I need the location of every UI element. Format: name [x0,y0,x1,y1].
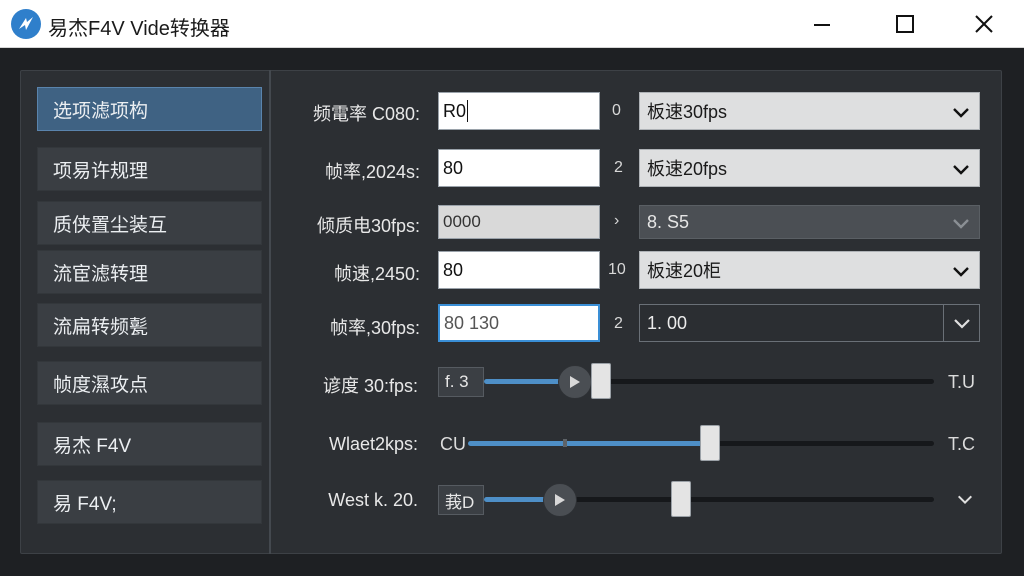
sidebar-item-label: 选项滤项构 [53,100,149,122]
row-2-select-value: 板速20fps [647,159,728,179]
slider-2-label: Wlaet2kps: [328,434,418,454]
row-1-label: 频電率 C080: [312,104,420,124]
play-icon [555,494,565,506]
sidebar-item-3[interactable]: 质侠置尘装互 [37,201,262,245]
maximize-button[interactable] [873,0,937,48]
close-icon [975,15,993,33]
row-1-num: 0 [612,102,621,119]
row-5-input[interactable]: 80 130 [438,304,600,342]
slider-2-handle[interactable] [700,425,720,461]
sidebar-item-4[interactable]: 流宦滤转理 [37,250,262,294]
sidebar: 选项滤项构 项易许规理 质侠置尘装互 流宦滤转理 流扁转频甏 帧度濕攻点 易杰 … [20,70,271,554]
slider-2-value-box: CU [440,434,466,454]
row-5-select[interactable]: 1. 00 [639,304,980,342]
sidebar-item-1[interactable]: 选项滤项构 [37,87,262,131]
sidebar-item-6[interactable]: 帧度濕攻点 [37,361,262,405]
row-2-input-value: 80 [443,157,464,178]
slider-2-end-label: T.C [948,434,975,454]
row-2-num: 2 [614,159,623,176]
row-3-num: › [614,212,620,229]
maximize-icon [896,15,914,33]
row-2-label: 帧率,2024s: [324,162,420,182]
row-3-input[interactable]: 0000 [438,205,600,239]
sidebar-item-label: 流宦滤转理 [53,263,149,285]
sidebar-item-5[interactable]: 流扁转频甏 [37,303,262,347]
row-5-dropdown-toggle[interactable] [943,305,979,341]
row-5-input-value: 80 130 [444,312,500,333]
row-4-num: 10 [608,261,626,278]
slider-3-handle[interactable] [671,481,691,517]
row-4-select-value: 板速20柜 [647,261,722,281]
text-caret [467,100,469,122]
row-4-input-value: 80 [443,259,464,280]
play-icon [570,376,580,388]
row-3-select-value: 8. S5 [647,211,690,232]
slider-3-label: West k. 20. [328,490,418,510]
row-5-select-value: 1. 00 [647,312,688,333]
title-bar: 易杰F4V Vide转换器 [0,0,1024,48]
chevron-down-icon [953,219,969,229]
chevron-down-icon [953,165,969,175]
sidebar-item-label: 项易许规理 [53,160,149,182]
chevron-down-icon [953,267,969,277]
sidebar-item-7[interactable]: 易杰 F4V [37,422,262,466]
window-title: 易杰F4V Vide转换器 [48,18,230,40]
slider-1-value-box[interactable]: f. 3 [438,367,484,397]
row-1-select[interactable]: 板速30fps [639,92,980,130]
slider-1-handle[interactable] [591,363,611,399]
slider-1-end-label: T.U [948,372,975,392]
sidebar-item-label: 易杰 F4V [53,435,132,457]
row-3-label: 倾质电30fps: [316,216,420,236]
chevron-down-icon[interactable] [956,490,974,508]
slider-1-label: 谚度 30:fps: [322,376,418,396]
minimize-button[interactable] [790,0,854,48]
row-1-select-value: 板速30fps [647,102,728,122]
sidebar-item-label: 质侠置尘装互 [53,214,168,236]
row-3-input-value: 0000 [443,212,481,231]
row-4-label: 帧速,2450: [333,264,420,284]
chevron-down-icon [953,319,970,329]
app-logo-icon [11,9,41,39]
sidebar-item-2[interactable]: 项易许规理 [37,147,262,191]
sidebar-item-8[interactable]: 易 F4V; [37,480,262,524]
slider-2-fill [468,441,710,446]
chevron-down-icon [953,108,969,118]
minimize-icon [814,24,830,26]
row-1-input-value: R0 [443,100,467,121]
row-4-input[interactable]: 80 [438,251,600,289]
sidebar-item-label: 帧度濕攻点 [53,374,149,396]
row-1-input[interactable]: R0 [438,92,600,130]
sidebar-item-label: 流扁转频甏 [53,316,149,338]
row-5-label: 帧率,30fps: [329,318,420,338]
slider-2-tick [563,439,567,447]
play-button[interactable] [558,365,592,399]
play-button[interactable] [543,483,577,517]
row-2-input[interactable]: 80 [438,149,600,187]
row-4-select[interactable]: 板速20柜 [639,251,980,289]
row-2-select[interactable]: 板速20fps [639,149,980,187]
row-5-num: 2 [614,315,623,332]
slider-3-fill [484,497,547,502]
slider-3-value-box[interactable]: 莪D [438,485,484,515]
sidebar-item-label: 易 F4V; [53,493,117,515]
row-3-select[interactable]: 8. S5 [639,205,980,239]
close-button[interactable] [952,0,1016,48]
